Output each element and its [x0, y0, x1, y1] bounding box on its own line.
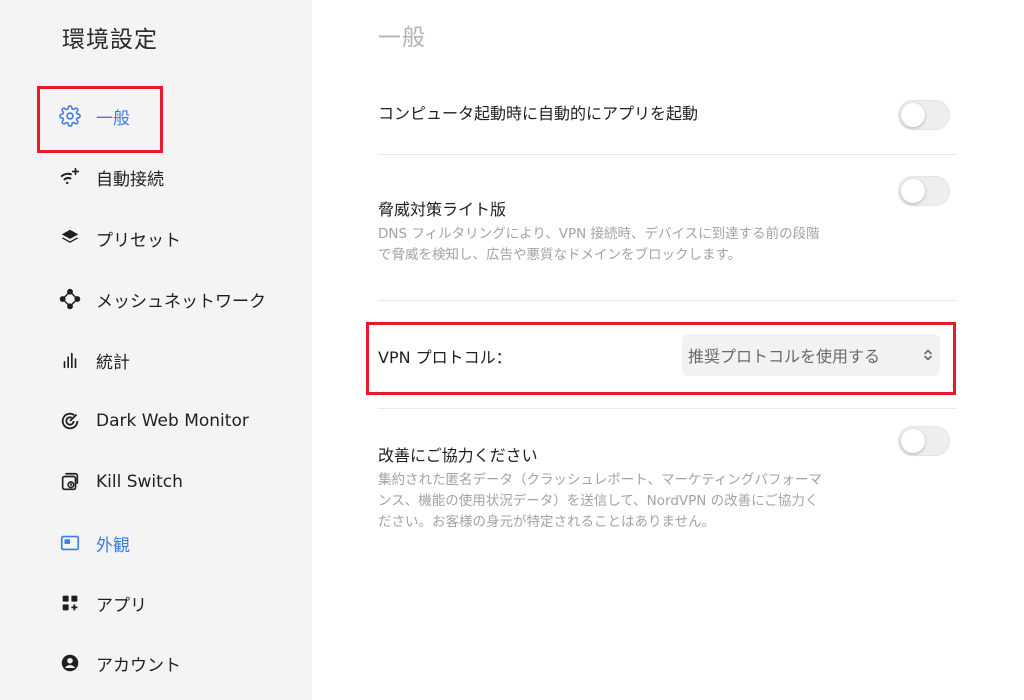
sidebar-item-apps[interactable]: アプリ — [58, 587, 147, 619]
sidebar-item-meshnet[interactable]: メッシュネットワーク — [58, 283, 266, 315]
improve-toggle[interactable] — [898, 426, 950, 456]
apps-icon — [58, 591, 82, 615]
divider — [378, 300, 956, 301]
kill-switch-icon — [58, 470, 82, 494]
sidebar-item-label: プリセット — [96, 230, 181, 251]
toggle-knob — [901, 103, 925, 127]
sidebar-item-label: Dark Web Monitor — [96, 411, 249, 431]
threat-protection-description: DNS フィルタリングにより、VPN 接続時、デバイスに到達する前の段階 で脅威… — [378, 224, 878, 266]
divider — [378, 154, 956, 155]
description-line: で脅威を検知し、広告や悪質なドメインをブロックします。 — [378, 247, 742, 263]
sidebar-item-label: 外観 — [96, 535, 130, 556]
layers-icon — [58, 226, 82, 250]
improve-label: 改善にご協力ください — [378, 446, 538, 465]
threat-protection-label: 脅威対策ライト版 — [378, 200, 507, 219]
bar-chart-icon — [58, 348, 82, 372]
sidebar: 環境設定 一般 自動接続 プリセット メッシュネットワーク 統計 Dark We… — [0, 0, 312, 700]
sidebar-item-appearance[interactable]: 外観 — [58, 527, 130, 559]
sidebar-item-dark-web-monitor[interactable]: Dark Web Monitor — [58, 405, 249, 437]
sidebar-item-auto-connect[interactable]: 自動接続 — [58, 161, 164, 193]
general-settings-panel: 一般 コンピュータ起動時に自動的にアプリを起動 脅威対策ライト版 DNS フィル… — [312, 0, 1024, 700]
sidebar-item-label: アプリ — [96, 595, 147, 616]
toggle-knob — [901, 429, 925, 453]
launch-on-startup-toggle[interactable] — [898, 100, 950, 130]
sidebar-item-label: 統計 — [96, 352, 130, 373]
improve-description: 集約された匿名データ（クラッシュレポート、マーケティングパフォーマ ンス、機能の… — [378, 470, 878, 533]
sidebar-item-stats[interactable]: 統計 — [58, 344, 130, 376]
settings-window: 環境設定 一般 自動接続 プリセット メッシュネットワーク 統計 Dark We… — [0, 0, 1024, 700]
toggle-knob — [901, 179, 925, 203]
highlight-box-general — [37, 86, 163, 153]
mesh-network-icon — [58, 287, 82, 311]
sidebar-item-label: メッシュネットワーク — [96, 291, 266, 312]
window-icon — [58, 531, 82, 555]
sidebar-item-kill-switch[interactable]: Kill Switch — [58, 466, 183, 498]
launch-on-startup-label: コンピュータ起動時に自動的にアプリを起動 — [378, 104, 699, 123]
page-title: 一般 — [378, 25, 426, 51]
threat-protection-toggle[interactable] — [898, 176, 950, 206]
highlight-box-vpn-protocol — [366, 322, 956, 395]
description-line: ンス、機能の使用状況データ）を送信して、NordVPN の改善にご協力く — [378, 493, 819, 509]
account-icon — [58, 651, 82, 675]
sidebar-item-label: 自動接続 — [96, 169, 164, 190]
sidebar-item-label: Kill Switch — [96, 472, 183, 492]
divider — [378, 408, 956, 409]
description-line: ださい。お客様の身元が特定されることはありません。 — [378, 514, 716, 530]
sidebar-title: 環境設定 — [62, 27, 158, 53]
wifi-sparkle-icon — [58, 165, 82, 189]
target-icon — [58, 409, 82, 433]
sidebar-item-label: アカウント — [96, 655, 181, 676]
sidebar-item-presets[interactable]: プリセット — [58, 222, 181, 254]
description-line: DNS フィルタリングにより、VPN 接続時、デバイスに到達する前の段階 — [378, 226, 820, 242]
sidebar-item-account[interactable]: アカウント — [58, 647, 181, 679]
description-line: 集約された匿名データ（クラッシュレポート、マーケティングパフォーマ — [378, 472, 822, 488]
